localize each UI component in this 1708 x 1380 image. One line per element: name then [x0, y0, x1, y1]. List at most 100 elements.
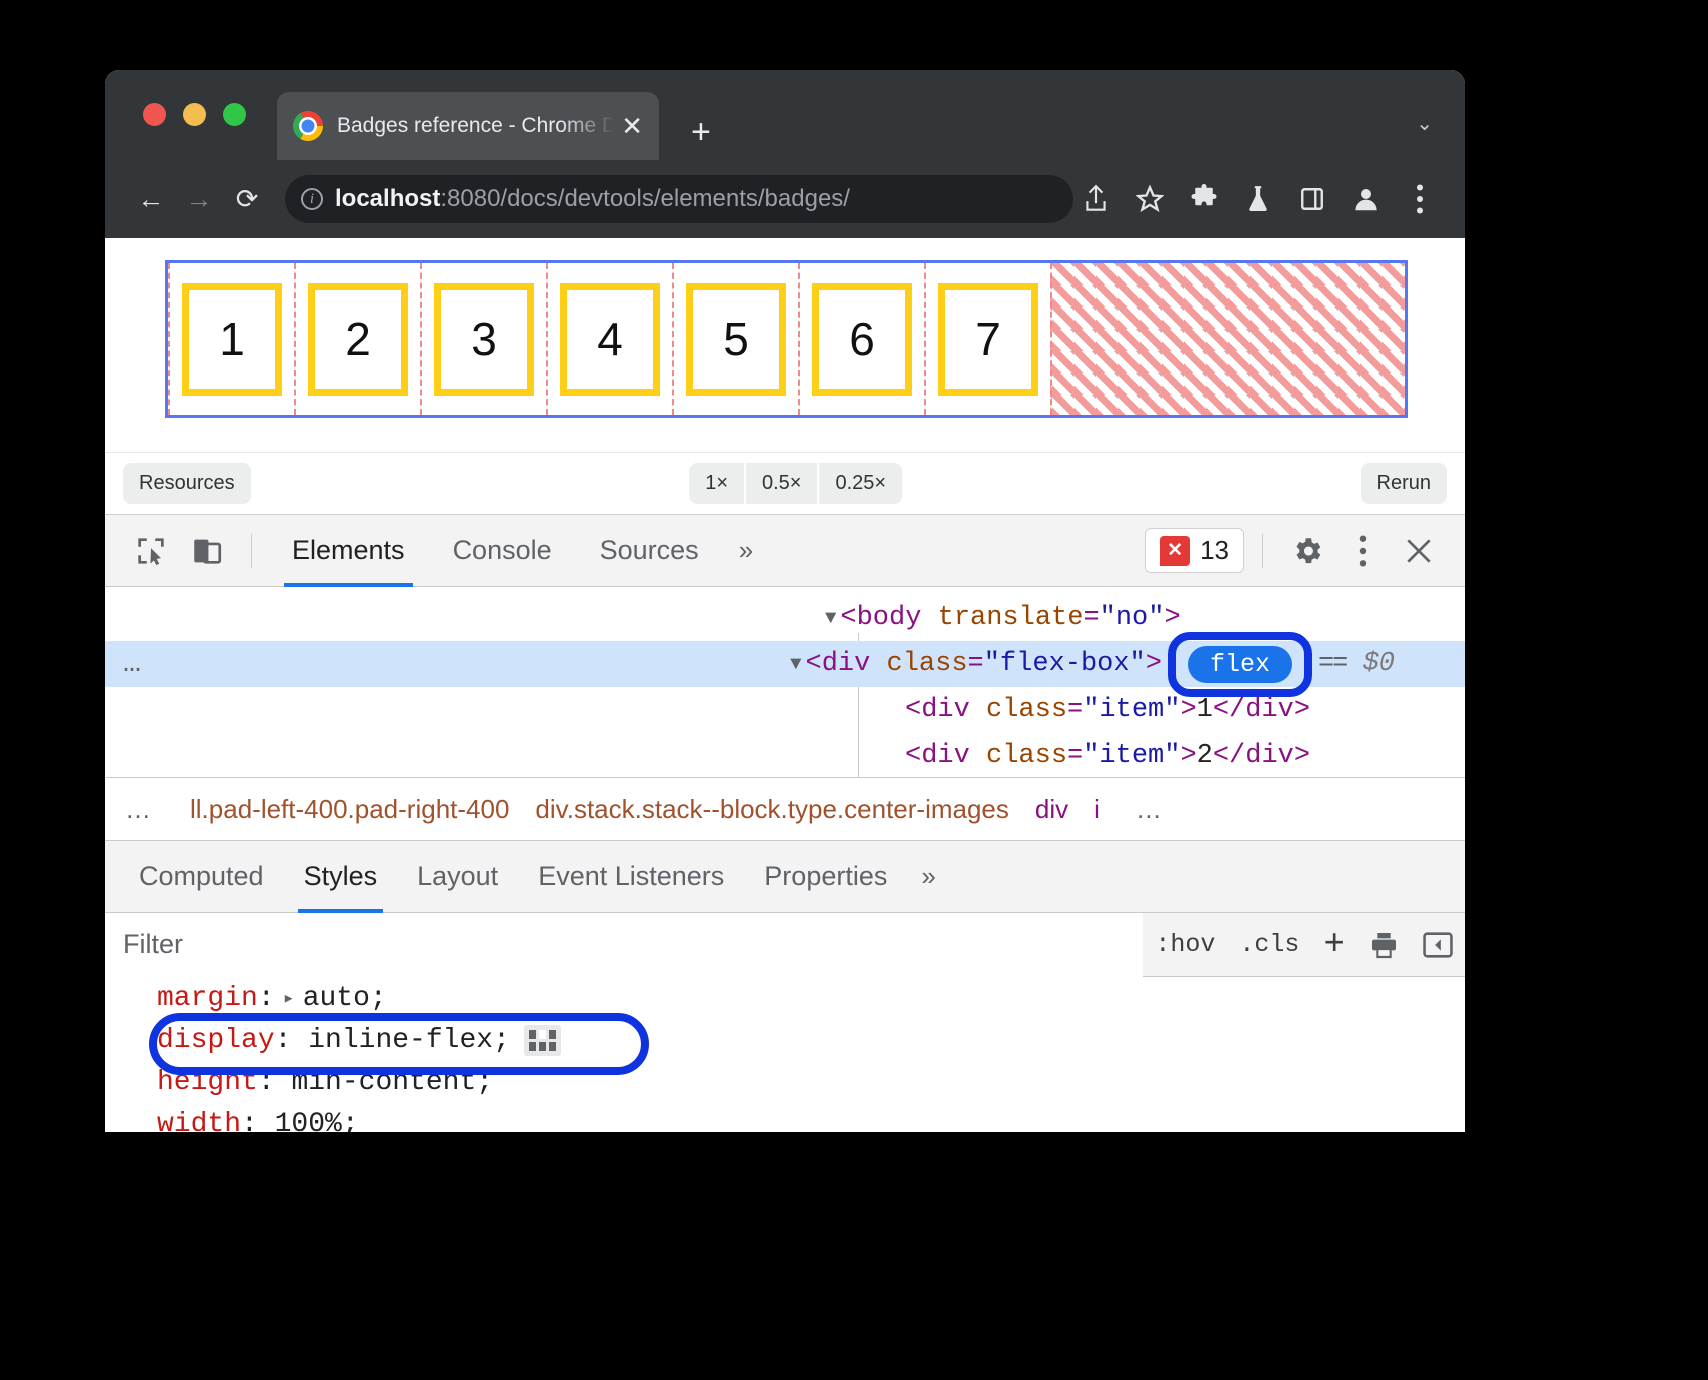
zoom-1x-button[interactable]: 1×: [689, 463, 744, 504]
bookmark-star-icon[interactable]: [1127, 176, 1173, 222]
tab-sources[interactable]: Sources: [578, 515, 721, 587]
selected-node-ref: $0: [1363, 649, 1395, 679]
tab-layout[interactable]: Layout: [397, 841, 518, 913]
forward-arrow-icon[interactable]: →: [175, 184, 223, 215]
flex-item: 2: [308, 283, 408, 396]
declaration-property[interactable]: margin: [157, 983, 258, 1014]
declaration-semicolon: ;: [342, 1109, 359, 1133]
dom-row-item-1[interactable]: <div class="item">1</div>: [105, 687, 1465, 733]
close-devtools-icon[interactable]: [1393, 525, 1445, 577]
more-vertical-icon[interactable]: [1337, 525, 1389, 577]
expand-triangle-icon[interactable]: ▼: [825, 607, 836, 629]
declaration-property[interactable]: display: [157, 1025, 275, 1056]
address-bar[interactable]: i localhost:8080/docs/devtools/elements/…: [285, 175, 1073, 223]
back-arrow-icon[interactable]: ←: [127, 184, 175, 215]
expand-shorthand-triangle-icon[interactable]: ▸: [283, 985, 295, 1011]
tab-event-listeners[interactable]: Event Listeners: [518, 841, 744, 913]
browser-tab[interactable]: Badges reference - Chrome De ✕: [277, 92, 659, 160]
dom-row-flex-box[interactable]: … ▼<div class="flex-box"> flex == $0: [105, 641, 1465, 687]
tab-console[interactable]: Console: [431, 515, 574, 587]
declaration-property[interactable]: width: [157, 1109, 241, 1133]
inspect-element-icon[interactable]: [125, 525, 177, 577]
breadcrumb-item-2[interactable]: div: [1035, 794, 1068, 825]
grid-cell: [529, 1042, 536, 1051]
device-toolbar-icon[interactable]: [181, 525, 233, 577]
declaration-width[interactable]: width: 100%;: [157, 1103, 1465, 1132]
site-info-icon[interactable]: i: [301, 188, 323, 210]
tab-search-chevron-down-icon[interactable]: ⌄: [1416, 114, 1433, 134]
error-count-badge[interactable]: ✕ 13: [1145, 528, 1244, 573]
row-overflow-ellipsis[interactable]: …: [123, 647, 144, 681]
zoom-05x-button[interactable]: 0.5×: [746, 463, 817, 504]
new-tab-button[interactable]: +: [691, 115, 711, 149]
tab-styles[interactable]: Styles: [284, 841, 398, 913]
declaration-colon: :: [275, 1025, 309, 1056]
dom-text-node: 2: [1197, 741, 1213, 771]
profile-avatar-icon[interactable]: [1343, 176, 1389, 222]
new-style-rule-button[interactable]: +: [1311, 924, 1357, 965]
dom-row-item-2[interactable]: <div class="item">2</div>: [105, 733, 1465, 777]
declaration-display[interactable]: display: inline-flex;: [157, 1019, 1465, 1061]
more-styles-tabs-chevron-icon[interactable]: »: [907, 861, 949, 892]
breadcrumb-item-0[interactable]: ll.pad-left-400.pad-right-400: [190, 794, 509, 825]
breadcrumb-overflow-left[interactable]: …: [115, 794, 164, 825]
page-viewport: 1 2 3 4 5 6 7: [105, 238, 1465, 453]
extensions-puzzle-icon[interactable]: [1181, 176, 1227, 222]
expand-triangle-icon[interactable]: ▼: [790, 653, 801, 675]
declaration-height[interactable]: height: min-content;: [157, 1061, 1465, 1103]
declaration-value[interactable]: inline-flex: [308, 1025, 493, 1056]
tab-elements[interactable]: Elements: [270, 515, 427, 587]
maximize-window-button[interactable]: [223, 103, 246, 126]
tab-properties[interactable]: Properties: [744, 841, 907, 913]
declaration-value[interactable]: 100%: [275, 1109, 342, 1133]
breadcrumb-item-3[interactable]: i: [1094, 794, 1100, 825]
declaration-semicolon: ;: [370, 983, 387, 1014]
flex-container-overlay: 1 2 3 4 5 6 7: [165, 260, 1408, 418]
dom-tag-open: <: [840, 603, 856, 633]
flex-item-cell: 7: [924, 263, 1052, 415]
more-panels-chevron-icon[interactable]: »: [725, 535, 767, 566]
gear-icon[interactable]: [1281, 525, 1333, 577]
dom-tag-name: div: [921, 695, 970, 725]
flex-item-cell: 4: [546, 263, 674, 415]
side-panel-icon[interactable]: [1289, 176, 1335, 222]
dom-attr-name: class: [986, 695, 1067, 725]
dom-attr-name: class: [986, 741, 1067, 771]
breadcrumb-overflow-right[interactable]: …: [1126, 794, 1175, 825]
browser-toolbar: ← → ⟳ i localhost:8080/docs/devtools/ele…: [105, 160, 1465, 238]
declaration-margin[interactable]: margin:▸auto;: [157, 977, 1465, 1019]
resources-button[interactable]: Resources: [123, 463, 251, 504]
close-tab-icon[interactable]: ✕: [621, 113, 643, 139]
demo-controls-bar: Resources 1× 0.5× 0.25× Rerun: [105, 453, 1465, 515]
filter-input[interactable]: [105, 913, 1143, 977]
labs-flask-icon[interactable]: [1235, 176, 1281, 222]
print-media-icon[interactable]: [1357, 918, 1411, 972]
dom-tag-open: <: [905, 695, 921, 725]
collapse-sidebar-icon[interactable]: [1411, 918, 1465, 972]
zoom-025x-button[interactable]: 0.25×: [819, 463, 902, 504]
hover-state-button[interactable]: :hov: [1143, 930, 1227, 959]
flex-item: 3: [434, 283, 534, 396]
flex-badge[interactable]: flex: [1188, 646, 1292, 683]
css-declarations-list: margin: ▸ auto; display: inline-flex; heig…: [105, 977, 1465, 1132]
declaration-value[interactable]: min-content: [291, 1067, 476, 1098]
flex-item: 7: [938, 283, 1038, 396]
rerun-button[interactable]: Rerun: [1361, 463, 1447, 504]
declaration-value[interactable]: auto: [303, 983, 370, 1014]
flexbox-editor-icon[interactable]: [524, 1025, 561, 1056]
tab-computed[interactable]: Computed: [119, 841, 284, 913]
declaration-property[interactable]: height: [157, 1067, 258, 1098]
minimize-window-button[interactable]: [183, 103, 206, 126]
reload-icon[interactable]: ⟳: [223, 184, 271, 215]
close-window-button[interactable]: [143, 103, 166, 126]
element-classes-button[interactable]: .cls: [1227, 930, 1311, 959]
error-count: 13: [1200, 535, 1229, 566]
grid-cell: [539, 1042, 546, 1051]
dom-attr-eq: =: [1067, 741, 1083, 771]
more-menu-icon[interactable]: [1397, 176, 1443, 222]
share-icon[interactable]: [1073, 176, 1119, 222]
dom-tag-open: <: [905, 741, 921, 771]
grid-cell: [549, 1030, 556, 1039]
dom-attr-name: class: [887, 649, 968, 679]
breadcrumb-item-1[interactable]: div.stack.stack--block.type.center-image…: [535, 794, 1008, 825]
